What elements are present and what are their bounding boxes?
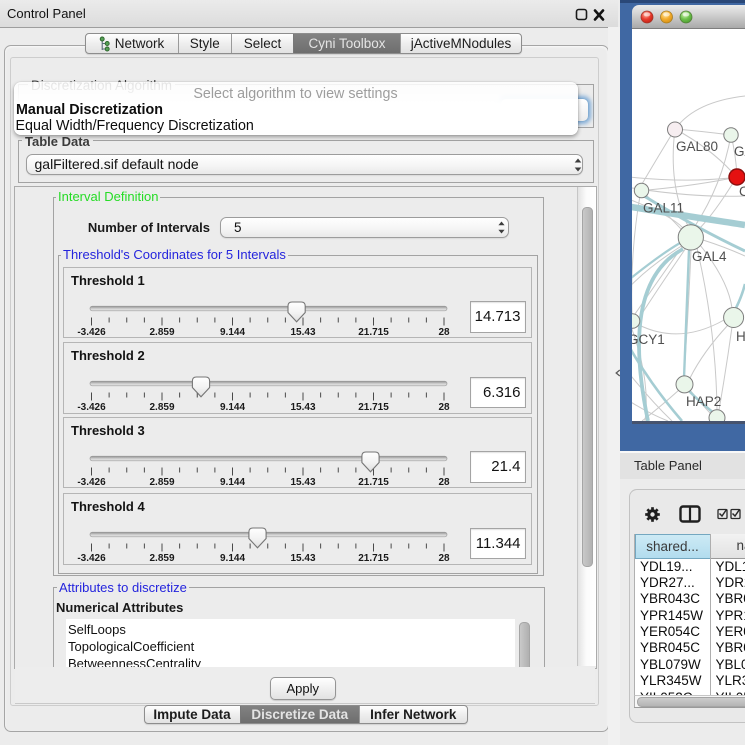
svg-text:21.715: 21.715 — [358, 402, 389, 413]
svg-text:28: 28 — [438, 402, 450, 413]
svg-text:21.715: 21.715 — [358, 477, 389, 488]
svg-text:HAP2: HAP2 — [686, 394, 721, 409]
svg-text:-3.426: -3.426 — [77, 402, 106, 413]
svg-text:9.144: 9.144 — [220, 402, 245, 413]
svg-text:-3.426: -3.426 — [77, 327, 106, 338]
svg-text:21.715: 21.715 — [358, 553, 389, 564]
svg-text:2.859: 2.859 — [149, 553, 174, 564]
svg-text:2.859: 2.859 — [149, 327, 174, 338]
svg-text:9.144: 9.144 — [220, 553, 245, 564]
svg-text:21.715: 21.715 — [358, 327, 389, 338]
svg-text:-3.426: -3.426 — [77, 553, 106, 564]
svg-text:GAL11: GAL11 — [643, 201, 684, 216]
svg-text:H: H — [736, 329, 745, 344]
svg-text:28: 28 — [438, 477, 450, 488]
svg-text:2.859: 2.859 — [149, 477, 174, 488]
svg-text:28: 28 — [438, 327, 450, 338]
svg-text:15.43: 15.43 — [290, 327, 315, 338]
svg-text:GA: GA — [734, 144, 745, 159]
svg-text:GAL80: GAL80 — [676, 139, 718, 154]
svg-text:-3.426: -3.426 — [77, 477, 106, 488]
svg-text:9.144: 9.144 — [220, 327, 245, 338]
svg-text:2.859: 2.859 — [149, 402, 174, 413]
svg-text:15.43: 15.43 — [290, 402, 315, 413]
svg-text:C: C — [739, 184, 745, 199]
svg-text:9.144: 9.144 — [220, 477, 245, 488]
svg-text:15.43: 15.43 — [290, 553, 315, 564]
svg-text:15.43: 15.43 — [290, 477, 315, 488]
svg-text:GAL4: GAL4 — [692, 249, 727, 264]
svg-text:28: 28 — [438, 553, 450, 564]
svg-text:GCY1: GCY1 — [632, 332, 665, 347]
